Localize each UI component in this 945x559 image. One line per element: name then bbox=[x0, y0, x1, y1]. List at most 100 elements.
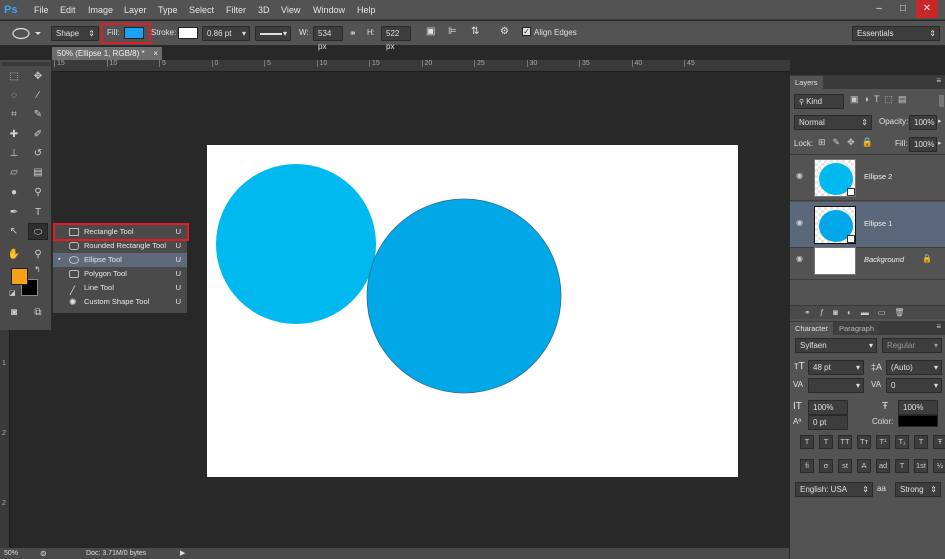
visibility-eye-icon[interactable]: ◉ bbox=[796, 171, 806, 181]
baseline-shift-field[interactable]: 0 pt bbox=[808, 415, 848, 430]
ellipse-2-shape[interactable] bbox=[216, 164, 376, 324]
opentype-button-2[interactable]: st bbox=[838, 459, 852, 473]
font-size-field[interactable]: 48 pt ▾ bbox=[808, 360, 864, 375]
language-select[interactable]: English: USA ⇕ bbox=[795, 482, 873, 497]
menu-image[interactable]: Image bbox=[83, 0, 118, 20]
menu-3d[interactable]: 3D bbox=[253, 0, 275, 20]
close-button[interactable]: ✕ bbox=[916, 0, 938, 18]
tool-preset-picker[interactable] bbox=[8, 26, 42, 41]
chevron-right-icon[interactable]: ▶ bbox=[180, 548, 185, 559]
eyedropper-icon[interactable]: ✎ bbox=[28, 106, 48, 123]
stroke-width-field[interactable]: 0.86 pt ▾ bbox=[202, 26, 250, 41]
opentype-button-6[interactable]: 1st bbox=[914, 459, 928, 473]
height-field[interactable]: 522 px bbox=[381, 26, 411, 51]
swap-colors-icon[interactable]: ↰ bbox=[34, 265, 41, 274]
tab-layers[interactable]: Layers bbox=[790, 76, 823, 89]
type-style-button-5[interactable]: T₁ bbox=[895, 435, 909, 449]
default-colors-icon[interactable]: ◪ bbox=[9, 289, 16, 297]
path-alignment-icon[interactable]: ⊫ bbox=[448, 25, 457, 39]
visibility-eye-icon[interactable]: ◉ bbox=[796, 218, 806, 228]
opentype-button-5[interactable]: T bbox=[895, 459, 909, 473]
blur-icon[interactable]: ● bbox=[4, 184, 24, 201]
menu-view[interactable]: View bbox=[276, 0, 305, 20]
screen-mode-icon[interactable]: ⧉ bbox=[28, 304, 48, 321]
maximize-button[interactable]: □ bbox=[892, 0, 914, 18]
type-style-button-7[interactable]: Ŧ bbox=[933, 435, 945, 449]
opentype-button-3[interactable]: A bbox=[857, 459, 871, 473]
tab-character[interactable]: Character bbox=[790, 322, 833, 335]
horizontal-scale-field[interactable]: 100% bbox=[898, 400, 938, 415]
stamp-icon[interactable]: ⊥ bbox=[4, 145, 24, 162]
shape-mode-select[interactable]: Shape ⇕ bbox=[51, 26, 99, 41]
share-icon[interactable]: ⊜ bbox=[40, 548, 47, 559]
menu-filter[interactable]: Filter bbox=[221, 0, 251, 20]
opentype-button-7[interactable]: ½ bbox=[933, 459, 945, 473]
layer-row-background[interactable]: ◉ Background 🔒 bbox=[790, 242, 945, 280]
flyout-item-ellipse[interactable]: ▪ Ellipse Tool U bbox=[53, 253, 187, 267]
menu-file[interactable]: File bbox=[29, 0, 54, 20]
tab-paragraph[interactable]: Paragraph bbox=[834, 322, 880, 335]
panel-menu-icon[interactable]: ≡ bbox=[936, 322, 941, 331]
foreground-color-swatch[interactable] bbox=[11, 268, 28, 285]
blend-mode-select[interactable]: Normal ⇕ bbox=[794, 115, 872, 130]
layer-filter-icons[interactable]: ▣◑T⬚▤ bbox=[850, 94, 911, 105]
tracking-field[interactable]: 0 ▾ bbox=[886, 378, 942, 393]
filter-toggle[interactable] bbox=[939, 95, 944, 107]
type-style-button-0[interactable]: T bbox=[800, 435, 814, 449]
eraser-icon[interactable]: ▱ bbox=[4, 164, 24, 181]
font-style-select[interactable]: Regular ▾ bbox=[882, 338, 942, 353]
healing-icon[interactable]: ✚ bbox=[4, 126, 24, 143]
menu-type[interactable]: Type bbox=[153, 0, 183, 20]
fill-color-swatch[interactable] bbox=[124, 27, 144, 39]
menu-edit[interactable]: Edit bbox=[55, 0, 81, 20]
path-arrangement-icon[interactable]: ⇅ bbox=[471, 25, 479, 39]
type-icon[interactable]: T bbox=[28, 204, 48, 221]
marquee-icon[interactable]: ⬚ bbox=[4, 68, 24, 85]
ellipse-tool-icon[interactable]: ⬭ bbox=[28, 223, 48, 240]
move-icon[interactable]: ✥ bbox=[28, 68, 48, 85]
flyout-item-custom-shape[interactable]: ✺ Custom Shape Tool U bbox=[53, 295, 187, 309]
layer-kind-filter[interactable]: ⚲ Kind bbox=[794, 94, 844, 109]
ellipse-1-shape[interactable] bbox=[366, 198, 562, 394]
vertical-scale-field[interactable]: 100% bbox=[808, 400, 848, 415]
link-icon[interactable]: ⚭ bbox=[349, 26, 357, 40]
stroke-color-swatch[interactable] bbox=[178, 27, 198, 39]
dodge-icon[interactable]: ⚲ bbox=[28, 184, 48, 201]
crop-icon[interactable]: ⌗ bbox=[4, 106, 24, 123]
minimize-button[interactable]: – bbox=[868, 0, 890, 18]
layer-row-ellipse-2[interactable]: ◉ Ellipse 2 bbox=[790, 155, 945, 201]
opentype-button-0[interactable]: fi bbox=[800, 459, 814, 473]
hand-icon[interactable]: ✋ bbox=[4, 246, 24, 263]
layer-actions-bar[interactable]: ⚭ƒ◙◐▬▭🗑 bbox=[790, 305, 945, 319]
lock-options-icons[interactable]: ⊞✎✥🔒 bbox=[818, 137, 880, 148]
zoom-level[interactable]: 50% bbox=[4, 548, 18, 559]
path-operations-icon[interactable]: ▣ bbox=[426, 25, 435, 39]
menu-help[interactable]: Help bbox=[352, 0, 381, 20]
chevron-down-icon[interactable]: ▸ bbox=[938, 139, 942, 147]
stroke-type-select[interactable]: ▾ bbox=[255, 26, 291, 41]
flyout-item-line[interactable]: ╱ Line Tool U bbox=[53, 281, 187, 295]
workspace-select[interactable]: Essentials ⇕ bbox=[852, 26, 940, 41]
panel-menu-icon[interactable]: ≡ bbox=[936, 76, 941, 85]
type-style-button-3[interactable]: Tт bbox=[857, 435, 871, 449]
flyout-item-rounded-rectangle[interactable]: Rounded Rectangle Tool U bbox=[53, 239, 187, 253]
type-style-button-4[interactable]: T¹ bbox=[876, 435, 890, 449]
menu-select[interactable]: Select bbox=[184, 0, 219, 20]
lasso-icon[interactable]: ◌ bbox=[4, 87, 24, 104]
opentype-button-4[interactable]: ad bbox=[876, 459, 890, 473]
chevron-down-icon[interactable]: ▸ bbox=[938, 117, 942, 125]
fill-opacity-field[interactable]: 100% bbox=[909, 137, 937, 152]
zoom-icon[interactable]: ⚲ bbox=[28, 246, 48, 263]
magic-wand-icon[interactable]: ⁄ bbox=[28, 87, 48, 104]
leading-field[interactable]: (Auto) ▾ bbox=[886, 360, 942, 375]
type-style-button-6[interactable]: T bbox=[914, 435, 928, 449]
opentype-button-1[interactable]: σ bbox=[819, 459, 833, 473]
quick-mask-icon[interactable]: ◙ bbox=[4, 304, 24, 321]
gear-icon[interactable]: ⚙ bbox=[500, 25, 509, 39]
opacity-field[interactable]: 100% bbox=[909, 115, 937, 130]
history-brush-icon[interactable]: ↺ bbox=[28, 145, 48, 162]
brush-icon[interactable]: ✐ bbox=[28, 126, 48, 143]
visibility-eye-icon[interactable]: ◉ bbox=[796, 254, 806, 264]
type-style-button-1[interactable]: T bbox=[819, 435, 833, 449]
pen-icon[interactable]: ✒ bbox=[4, 204, 24, 221]
